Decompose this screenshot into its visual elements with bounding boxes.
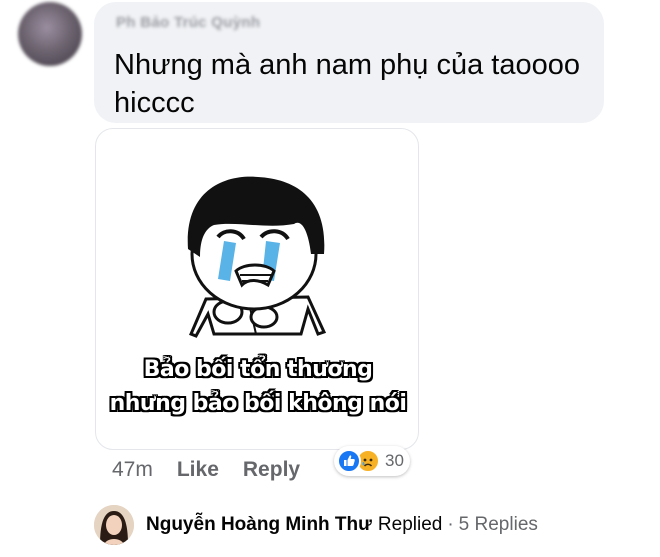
replier-avatar[interactable] — [94, 505, 134, 545]
view-replies-link[interactable]: 5 Replies — [459, 514, 538, 536]
replied-label: Replied — [377, 514, 443, 535]
like-icon — [337, 449, 361, 473]
sticker-caption-line2: nhưng bảo bối không nói — [109, 391, 407, 416]
replier-name[interactable]: Nguyễn Hoàng Minh Thư — [146, 514, 372, 536]
comment-actions: 47m Like Reply — [112, 455, 324, 485]
sticker-attachment[interactable]: Bảo bối tổn thương nhưng bảo bối không n… — [95, 128, 419, 450]
commenter-avatar[interactable] — [18, 2, 82, 66]
like-button[interactable]: Like — [177, 458, 219, 482]
comment-timestamp[interactable]: 47m — [112, 458, 153, 482]
reply-button[interactable]: Reply — [243, 458, 300, 482]
comment-author-name[interactable]: Ph Bảo Trúc Quỳnh — [116, 14, 260, 31]
comment-text: Nhưng mà anh nam phụ của taoooo hicccc — [114, 49, 581, 119]
comment-bubble: Ph Bảo Trúc Quỳnh Nhưng mà anh nam phụ c… — [94, 2, 604, 123]
sticker-caption-line1: Bảo bối tổn thương — [143, 357, 373, 382]
reaction-summary[interactable]: 30 — [334, 446, 410, 476]
reply-preview[interactable]: Nguyễn Hoàng Minh Thư Replied · 5 Replie… — [94, 505, 538, 545]
reaction-count: 30 — [385, 451, 404, 470]
separator-dot: · — [447, 514, 454, 535]
